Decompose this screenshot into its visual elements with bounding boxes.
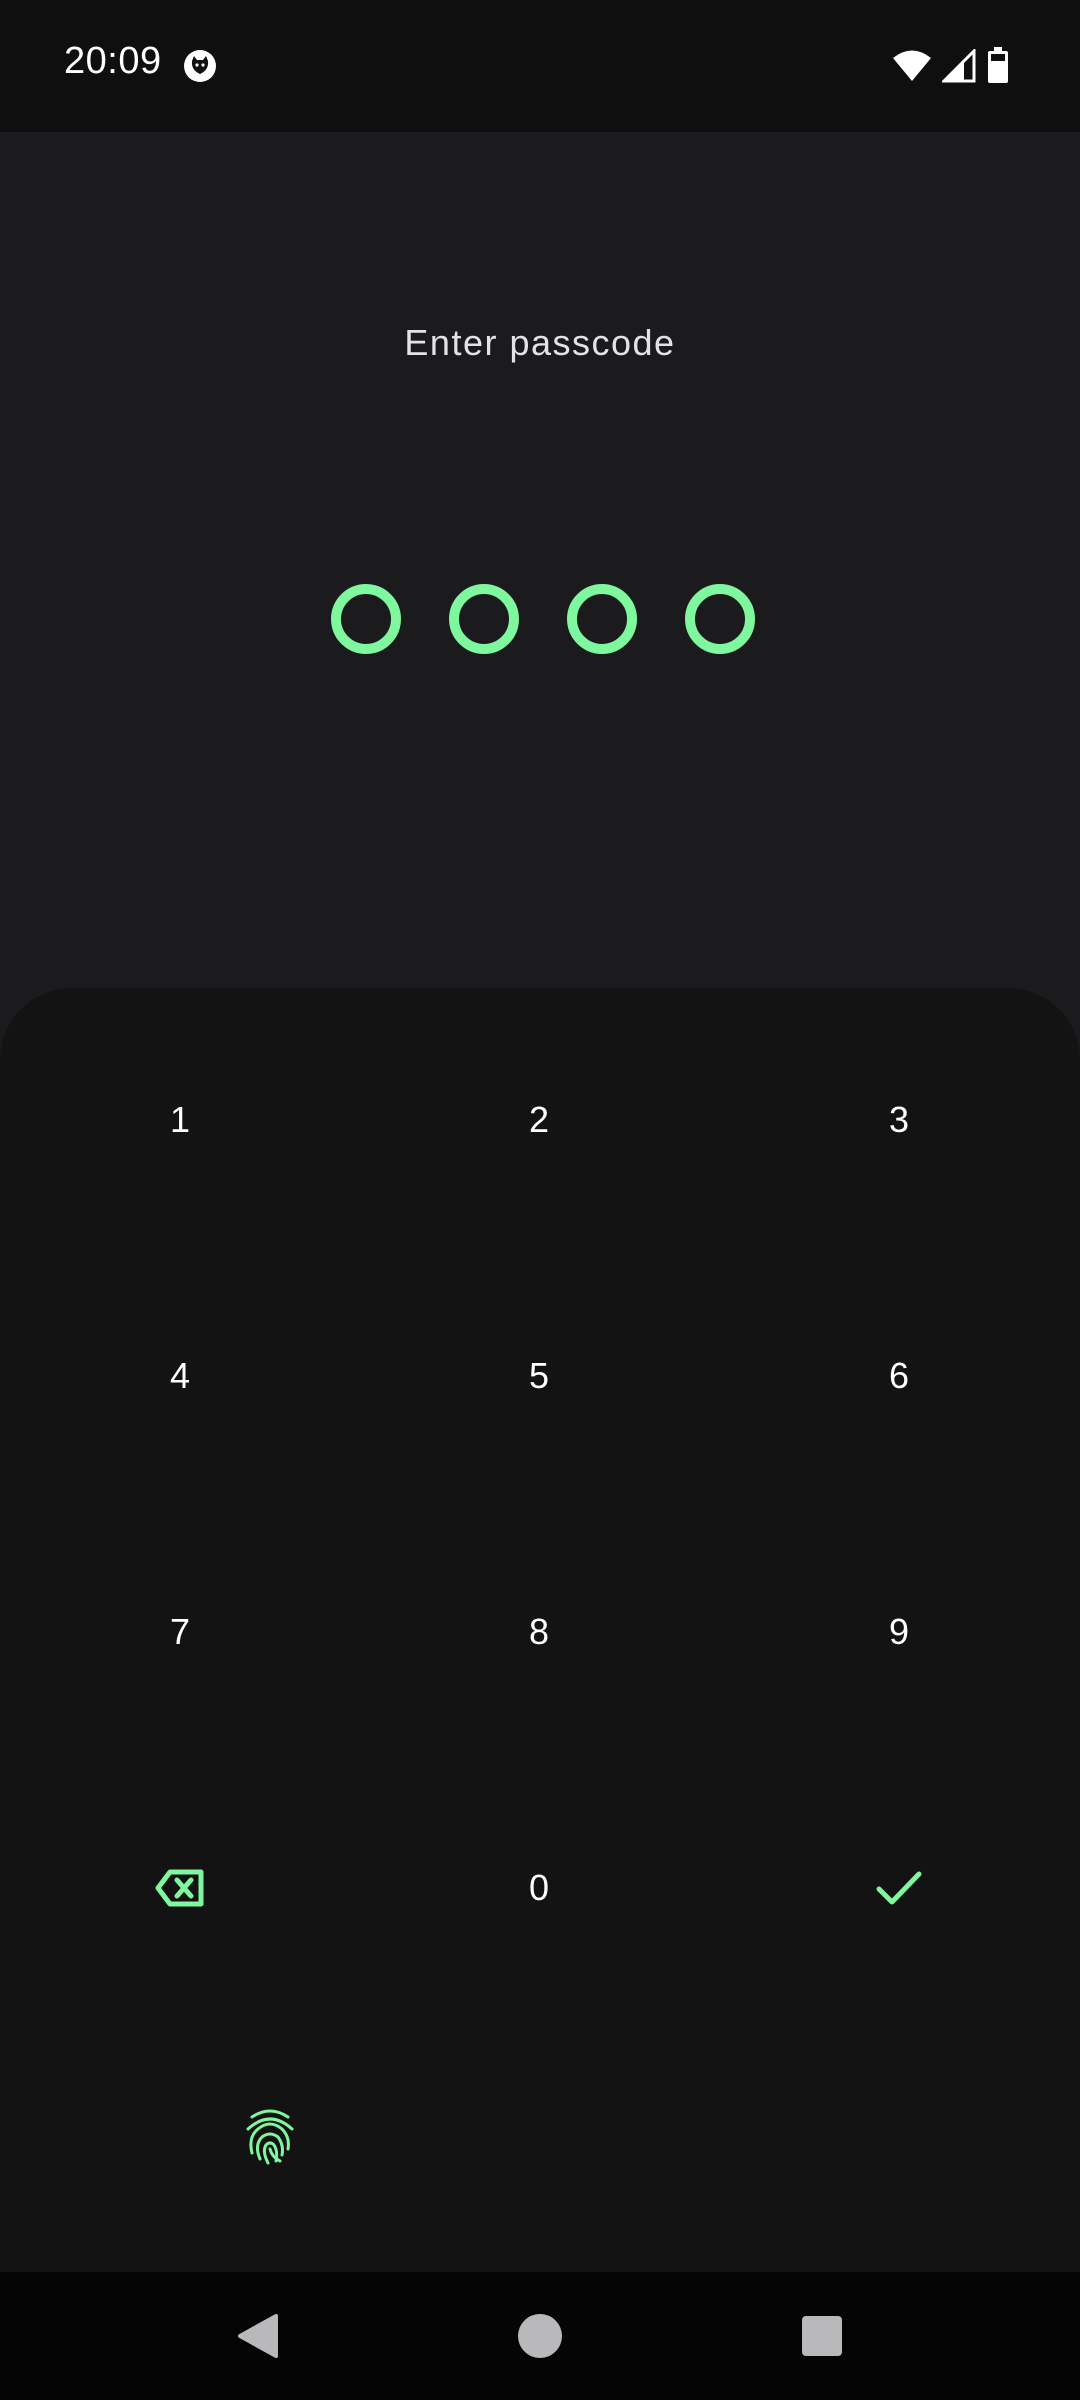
key-label: 4 <box>169 1355 191 1396</box>
home-button[interactable] <box>470 2272 610 2400</box>
key-6[interactable]: 6 <box>749 1276 1049 1476</box>
wifi-icon <box>893 50 931 81</box>
key-label: 1 <box>169 1099 191 1140</box>
status-bar: 20:09 <box>0 0 1080 132</box>
checkmark-icon <box>876 1871 922 1905</box>
keypad: 1 2 3 4 5 6 7 8 9 0 <box>0 988 1080 2272</box>
navigation-bar <box>0 2272 1080 2400</box>
status-time: 20:09 <box>64 40 162 82</box>
pin-dot <box>449 584 519 654</box>
key-label: 0 <box>528 1867 550 1908</box>
key-5[interactable]: 5 <box>389 1276 689 1476</box>
fingerprint-icon <box>246 2109 294 2165</box>
backspace-button[interactable] <box>30 1788 330 1988</box>
key-0[interactable]: 0 <box>389 1788 689 1988</box>
recents-button[interactable] <box>752 2272 892 2400</box>
battery-icon <box>988 47 1008 83</box>
passcode-screen: 20:09 Enter passcode 1 2 3 4 5 6 7 8 9 0 <box>0 0 1080 2400</box>
confirm-button[interactable] <box>749 1788 1049 1988</box>
key-3[interactable]: 3 <box>749 1020 1049 1220</box>
key-label: 9 <box>888 1611 910 1652</box>
home-icon <box>518 2314 562 2358</box>
key-label: 3 <box>888 1099 910 1140</box>
fingerprint-button[interactable] <box>120 2046 420 2226</box>
page-title: Enter passcode <box>404 322 676 363</box>
key-1[interactable]: 1 <box>30 1020 330 1220</box>
key-label: 7 <box>169 1611 191 1652</box>
pin-indicator <box>0 584 1080 654</box>
status-icons <box>892 46 1010 86</box>
pin-dot <box>567 584 637 654</box>
key-4[interactable]: 4 <box>30 1276 330 1476</box>
key-8[interactable]: 8 <box>389 1532 689 1732</box>
cat-notification-icon <box>184 50 216 82</box>
key-label: 2 <box>528 1099 550 1140</box>
key-label: 6 <box>888 1355 910 1396</box>
back-button[interactable] <box>188 2272 328 2400</box>
pin-dot <box>685 584 755 654</box>
key-label: 5 <box>528 1355 550 1396</box>
back-icon <box>238 2314 278 2358</box>
key-7[interactable]: 7 <box>30 1532 330 1732</box>
key-9[interactable]: 9 <box>749 1532 1049 1732</box>
cellular-signal-icon <box>942 49 976 83</box>
key-label: 8 <box>528 1611 550 1652</box>
key-2[interactable]: 2 <box>389 1020 689 1220</box>
pin-dot <box>331 584 401 654</box>
backspace-icon <box>155 1869 204 1907</box>
recents-icon <box>802 2316 842 2356</box>
